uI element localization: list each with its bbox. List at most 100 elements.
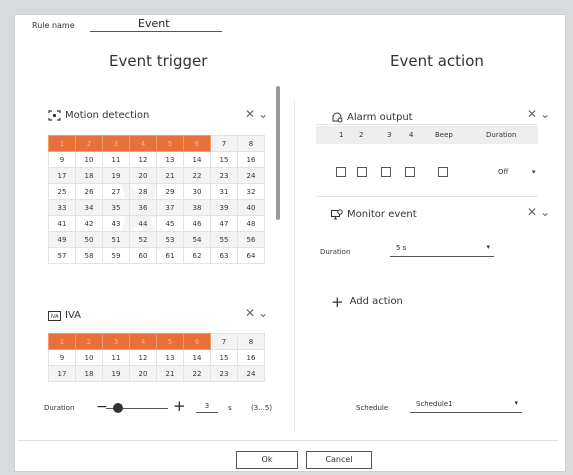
motion-channel-cell[interactable]: 54 bbox=[183, 231, 211, 248]
motion-channel-cell[interactable]: 9 bbox=[48, 151, 76, 168]
motion-channel-cell[interactable]: 32 bbox=[237, 183, 265, 200]
iva-channel-cell[interactable]: 19 bbox=[102, 365, 130, 382]
increase-icon[interactable]: + bbox=[173, 397, 186, 415]
motion-channel-cell[interactable]: 30 bbox=[183, 183, 211, 200]
close-icon[interactable]: ✕ bbox=[245, 107, 255, 121]
motion-channel-cell[interactable]: 62 bbox=[183, 247, 211, 264]
motion-channel-cell[interactable]: 37 bbox=[156, 199, 184, 216]
decrease-icon[interactable]: − bbox=[96, 399, 108, 415]
schedule-select[interactable]: Schedule1 ▾ bbox=[410, 399, 522, 413]
motion-channel-cell[interactable]: 2 bbox=[75, 135, 103, 152]
motion-channel-cell[interactable]: 48 bbox=[237, 215, 265, 232]
motion-channel-cell[interactable]: 61 bbox=[156, 247, 184, 264]
motion-channel-cell[interactable]: 24 bbox=[237, 167, 265, 184]
motion-channel-cell[interactable]: 45 bbox=[156, 215, 184, 232]
iva-channel-cell[interactable]: 21 bbox=[156, 365, 184, 382]
motion-channel-cell[interactable]: 29 bbox=[156, 183, 184, 200]
iva-channel-cell[interactable]: 8 bbox=[237, 333, 265, 350]
rule-name-input[interactable]: Event bbox=[90, 17, 222, 32]
iva-channel-cell[interactable]: 18 bbox=[75, 365, 103, 382]
motion-channel-cell[interactable]: 63 bbox=[210, 247, 238, 264]
iva-channel-cell[interactable]: 2 bbox=[75, 333, 103, 350]
motion-channel-cell[interactable]: 38 bbox=[183, 199, 211, 216]
iva-channel-cell[interactable]: 12 bbox=[129, 349, 157, 366]
iva-channel-cell[interactable]: 11 bbox=[102, 349, 130, 366]
chevron-down-icon[interactable]: ⌄ bbox=[258, 107, 268, 121]
motion-channel-cell[interactable]: 1 bbox=[48, 135, 76, 152]
motion-channel-cell[interactable]: 10 bbox=[75, 151, 103, 168]
motion-channel-cell[interactable]: 14 bbox=[183, 151, 211, 168]
iva-channel-cell[interactable]: 24 bbox=[237, 365, 265, 382]
iva-channel-cell[interactable]: 16 bbox=[237, 349, 265, 366]
iva-channel-cell[interactable]: 22 bbox=[183, 365, 211, 382]
motion-channel-cell[interactable]: 18 bbox=[75, 167, 103, 184]
iva-channel-cell[interactable]: 7 bbox=[210, 333, 238, 350]
iva-channel-cell[interactable]: 23 bbox=[210, 365, 238, 382]
motion-channel-cell[interactable]: 23 bbox=[210, 167, 238, 184]
motion-channel-cell[interactable]: 39 bbox=[210, 199, 238, 216]
chevron-down-icon[interactable]: ⌄ bbox=[258, 306, 268, 320]
cancel-button[interactable]: Cancel bbox=[306, 451, 372, 469]
motion-channel-cell[interactable]: 51 bbox=[102, 231, 130, 248]
motion-channel-cell[interactable]: 52 bbox=[129, 231, 157, 248]
motion-channel-cell[interactable]: 6 bbox=[183, 135, 211, 152]
motion-channel-cell[interactable]: 46 bbox=[183, 215, 211, 232]
motion-channel-cell[interactable]: 17 bbox=[48, 167, 76, 184]
iva-channel-cell[interactable]: 10 bbox=[75, 349, 103, 366]
motion-channel-cell[interactable]: 19 bbox=[102, 167, 130, 184]
close-icon[interactable]: ✕ bbox=[527, 107, 537, 121]
motion-channel-cell[interactable]: 34 bbox=[75, 199, 103, 216]
iva-channel-cell[interactable]: 13 bbox=[156, 349, 184, 366]
iva-channel-cell[interactable]: 6 bbox=[183, 333, 211, 350]
motion-channel-cell[interactable]: 64 bbox=[237, 247, 265, 264]
motion-channel-cell[interactable]: 58 bbox=[75, 247, 103, 264]
motion-channel-cell[interactable]: 28 bbox=[129, 183, 157, 200]
motion-channel-cell[interactable]: 3 bbox=[102, 135, 130, 152]
alarm-output-3-checkbox[interactable] bbox=[381, 167, 391, 177]
iva-channel-cell[interactable]: 9 bbox=[48, 349, 76, 366]
monitor-duration-select[interactable]: 5 s ▾ bbox=[390, 243, 494, 257]
motion-channel-cell[interactable]: 26 bbox=[75, 183, 103, 200]
iva-channel-cell[interactable]: 4 bbox=[129, 333, 157, 350]
close-icon[interactable]: ✕ bbox=[245, 306, 255, 320]
motion-channel-cell[interactable]: 36 bbox=[129, 199, 157, 216]
motion-channel-cell[interactable]: 57 bbox=[48, 247, 76, 264]
motion-channel-cell[interactable]: 25 bbox=[48, 183, 76, 200]
duration-slider-thumb[interactable] bbox=[113, 403, 123, 413]
beep-checkbox[interactable] bbox=[438, 167, 448, 177]
motion-channel-cell[interactable]: 50 bbox=[75, 231, 103, 248]
motion-channel-cell[interactable]: 22 bbox=[183, 167, 211, 184]
motion-channel-cell[interactable]: 60 bbox=[129, 247, 157, 264]
motion-channel-cell[interactable]: 15 bbox=[210, 151, 238, 168]
motion-channel-cell[interactable]: 47 bbox=[210, 215, 238, 232]
motion-channel-cell[interactable]: 31 bbox=[210, 183, 238, 200]
motion-channel-cell[interactable]: 41 bbox=[48, 215, 76, 232]
ok-button[interactable]: Ok bbox=[236, 451, 298, 469]
motion-channel-cell[interactable]: 43 bbox=[102, 215, 130, 232]
motion-channel-cell[interactable]: 44 bbox=[129, 215, 157, 232]
motion-channel-cell[interactable]: 5 bbox=[156, 135, 184, 152]
add-action-button[interactable]: + Add action bbox=[331, 294, 403, 309]
alarm-duration-select[interactable]: Off bbox=[498, 168, 508, 176]
iva-channel-cell[interactable]: 15 bbox=[210, 349, 238, 366]
alarm-output-2-checkbox[interactable] bbox=[357, 167, 367, 177]
motion-channel-cell[interactable]: 33 bbox=[48, 199, 76, 216]
motion-channel-cell[interactable]: 42 bbox=[75, 215, 103, 232]
motion-channel-cell[interactable]: 11 bbox=[102, 151, 130, 168]
dropdown-caret-icon[interactable]: ▾ bbox=[532, 168, 536, 176]
motion-channel-cell[interactable]: 16 bbox=[237, 151, 265, 168]
iva-channel-cell[interactable]: 14 bbox=[183, 349, 211, 366]
motion-channel-cell[interactable]: 27 bbox=[102, 183, 130, 200]
motion-channel-cell[interactable]: 55 bbox=[210, 231, 238, 248]
chevron-down-icon[interactable]: ⌄ bbox=[540, 205, 550, 219]
duration-value-input[interactable]: 3 bbox=[196, 402, 218, 413]
motion-channel-cell[interactable]: 53 bbox=[156, 231, 184, 248]
scrollbar[interactable] bbox=[276, 86, 280, 220]
alarm-output-4-checkbox[interactable] bbox=[405, 167, 415, 177]
motion-channel-cell[interactable]: 56 bbox=[237, 231, 265, 248]
iva-channel-cell[interactable]: 20 bbox=[129, 365, 157, 382]
iva-channel-cell[interactable]: 3 bbox=[102, 333, 130, 350]
motion-channel-cell[interactable]: 4 bbox=[129, 135, 157, 152]
motion-channel-cell[interactable]: 12 bbox=[129, 151, 157, 168]
motion-channel-cell[interactable]: 21 bbox=[156, 167, 184, 184]
